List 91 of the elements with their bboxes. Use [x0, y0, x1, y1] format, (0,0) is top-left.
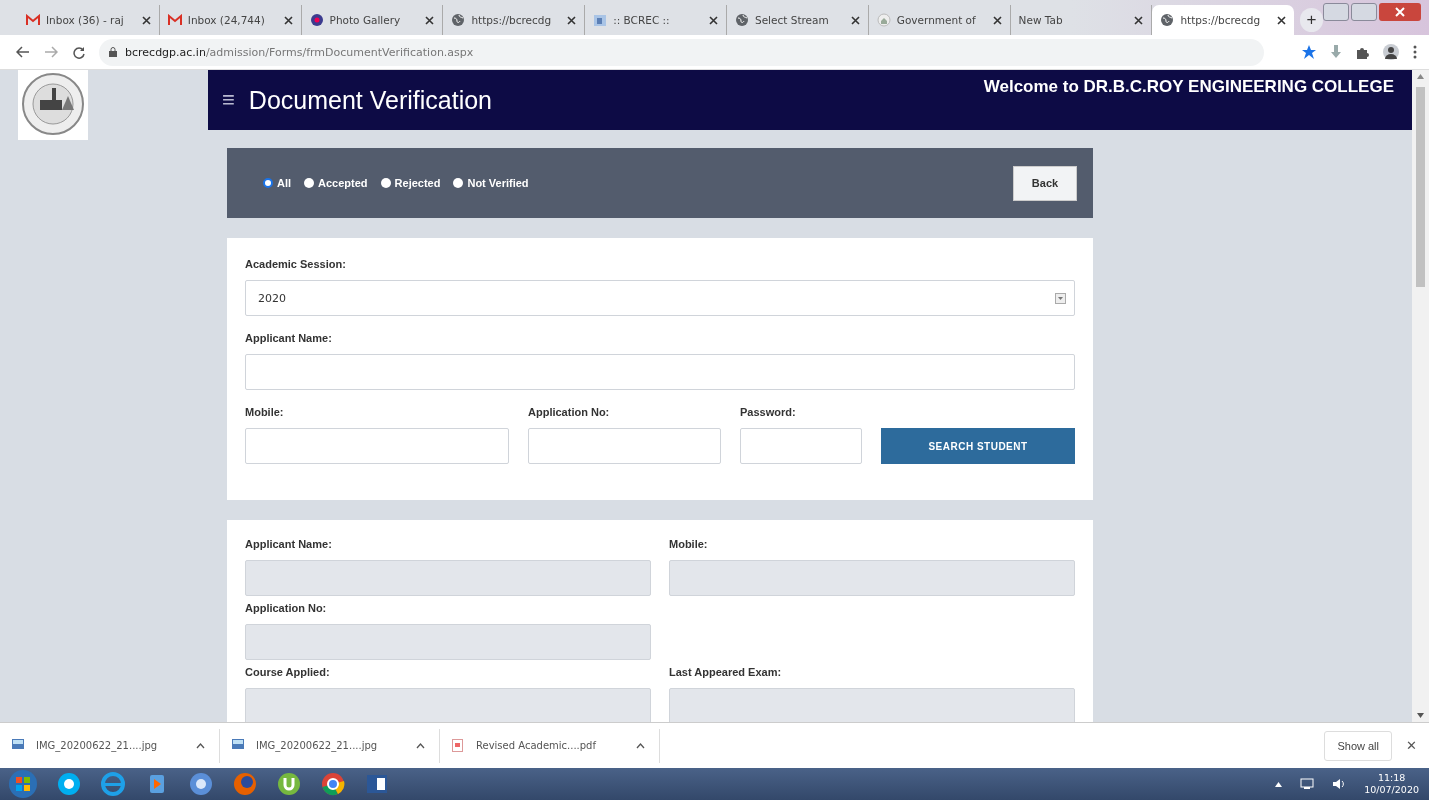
browser-tab[interactable]: https://bcrecdg [1152, 5, 1295, 35]
close-icon[interactable] [425, 15, 435, 25]
field-label: Academic Session: [245, 258, 347, 270]
tab-title: Government of [896, 14, 977, 26]
image-icon [593, 13, 608, 27]
filter-radio[interactable]: Not Verified [453, 177, 529, 189]
tab-title: Photo Gallery [329, 14, 402, 26]
welcome-text: Welcome to DR.B.C.ROY ENGINEERING COLLEGE [983, 77, 1394, 97]
download-item[interactable]: IMG_20200622_21....jpg [232, 728, 440, 763]
dropdown-icon[interactable] [1055, 292, 1066, 304]
new-tab-button[interactable]: + [1300, 8, 1323, 32]
readonly-field[interactable] [669, 560, 1075, 596]
mail-icon [167, 14, 182, 26]
mobile-field[interactable] [245, 428, 509, 464]
tab-title: https://bcrecdg [471, 14, 553, 26]
close-window-icon[interactable] [1379, 3, 1421, 21]
tab-title: New Tab [1018, 14, 1064, 26]
search-student-button[interactable]: SEARCH STUDENT [881, 428, 1075, 464]
download-item[interactable]: Revised Academic....pdf [452, 728, 660, 763]
lock-icon [109, 47, 117, 57]
field-label: Application No: [245, 602, 328, 614]
field-label: Applicant Name: [245, 332, 333, 344]
download-name: IMG_20200622_21....jpg [36, 740, 159, 751]
close-icon[interactable] [709, 15, 718, 25]
network-icon[interactable] [1300, 778, 1315, 790]
tab-title: Select Stream [755, 14, 830, 26]
readonly-field[interactable] [245, 688, 651, 722]
close-icon[interactable] [992, 15, 1002, 25]
tray-arrow-icon[interactable] [1275, 781, 1283, 787]
show-all-button[interactable]: Show all [1324, 730, 1392, 761]
globe-icon [1160, 13, 1175, 27]
download-item[interactable]: IMG_20200622_21....jpg [12, 728, 220, 763]
tab-title: Inbox (24,744) [187, 14, 266, 26]
globe-icon [735, 13, 749, 27]
application-no-field[interactable] [528, 428, 721, 464]
password-field[interactable] [740, 428, 862, 464]
url-text: bcrecdgp.ac.in/admission/Forms/frmDocumentVerification.aspx [125, 45, 474, 59]
clock-time: 11:18 [1376, 772, 1407, 784]
avatar-icon[interactable] [1383, 44, 1399, 60]
tab-title: https://bcrecdg [1180, 14, 1262, 26]
close-icon[interactable] [283, 15, 293, 25]
mail-icon [26, 14, 40, 26]
close-button[interactable]: ✕ [1406, 738, 1417, 753]
clock-date: 10/07/2020 [1364, 784, 1419, 796]
globe-icon [451, 13, 466, 27]
page-title: Document Verification [248, 85, 493, 115]
back-button[interactable]: Back [1013, 165, 1077, 201]
download-name: IMG_20200622_21....jpg [256, 740, 379, 751]
scrollbar-thumb[interactable] [1416, 87, 1425, 287]
pdf-file-icon [452, 739, 464, 752]
field-label: Mobile: [245, 406, 285, 418]
filter-radio[interactable]: Accepted [304, 177, 368, 189]
puzzle-icon[interactable] [1356, 45, 1369, 59]
scroll-down-icon[interactable] [1417, 713, 1424, 718]
home-icon [876, 13, 891, 27]
readonly-field[interactable] [245, 624, 651, 660]
session-dropdown[interactable]: 2020 [245, 280, 1075, 316]
caret-icon[interactable] [416, 742, 425, 749]
image-file-icon [232, 739, 244, 752]
filter-radio[interactable]: Rejected [380, 177, 441, 189]
readonly-field[interactable] [245, 560, 651, 596]
field-label: Applicant Name: [245, 538, 333, 550]
start-orb-icon[interactable] [8, 769, 38, 799]
address-field[interactable]: bcrecdgp.ac.in/admission/Forms/frmDocumentVerification.aspx [99, 38, 1264, 66]
readonly-field[interactable] [669, 688, 1075, 722]
field-label: Course Applied: [245, 666, 331, 678]
filter-radio[interactable]: All [263, 177, 292, 189]
close-icon[interactable] [1277, 15, 1287, 25]
close-icon[interactable] [850, 15, 860, 25]
close-icon[interactable] [141, 15, 151, 25]
field-label: Application No: [528, 406, 611, 418]
chrome-icon[interactable] [320, 771, 346, 797]
tab-title: Inbox (36) - raj [46, 14, 125, 26]
caret-icon[interactable] [196, 742, 205, 749]
applicant-name-field[interactable] [245, 354, 1075, 390]
speaker-icon[interactable] [1332, 778, 1347, 790]
caret-icon[interactable] [636, 742, 645, 749]
field-label: Password: [740, 406, 797, 418]
download-name: Revised Academic....pdf [476, 740, 598, 751]
image-file-icon [12, 739, 24, 752]
more-menu-icon[interactable] [1413, 45, 1417, 59]
field-label: Last Appeared Exam: [669, 666, 783, 678]
scroll-up-icon[interactable] [1417, 74, 1424, 79]
reload-icon[interactable] [72, 45, 85, 59]
tab-title: :: BCREC :: [613, 14, 671, 26]
close-icon[interactable] [567, 15, 577, 25]
star-icon[interactable] [1302, 45, 1316, 59]
close-icon[interactable] [1134, 15, 1144, 25]
back-arrow-icon[interactable] [16, 46, 30, 58]
menu-button[interactable]: ≡ [222, 87, 235, 113]
field-label: Mobile: [669, 538, 709, 550]
